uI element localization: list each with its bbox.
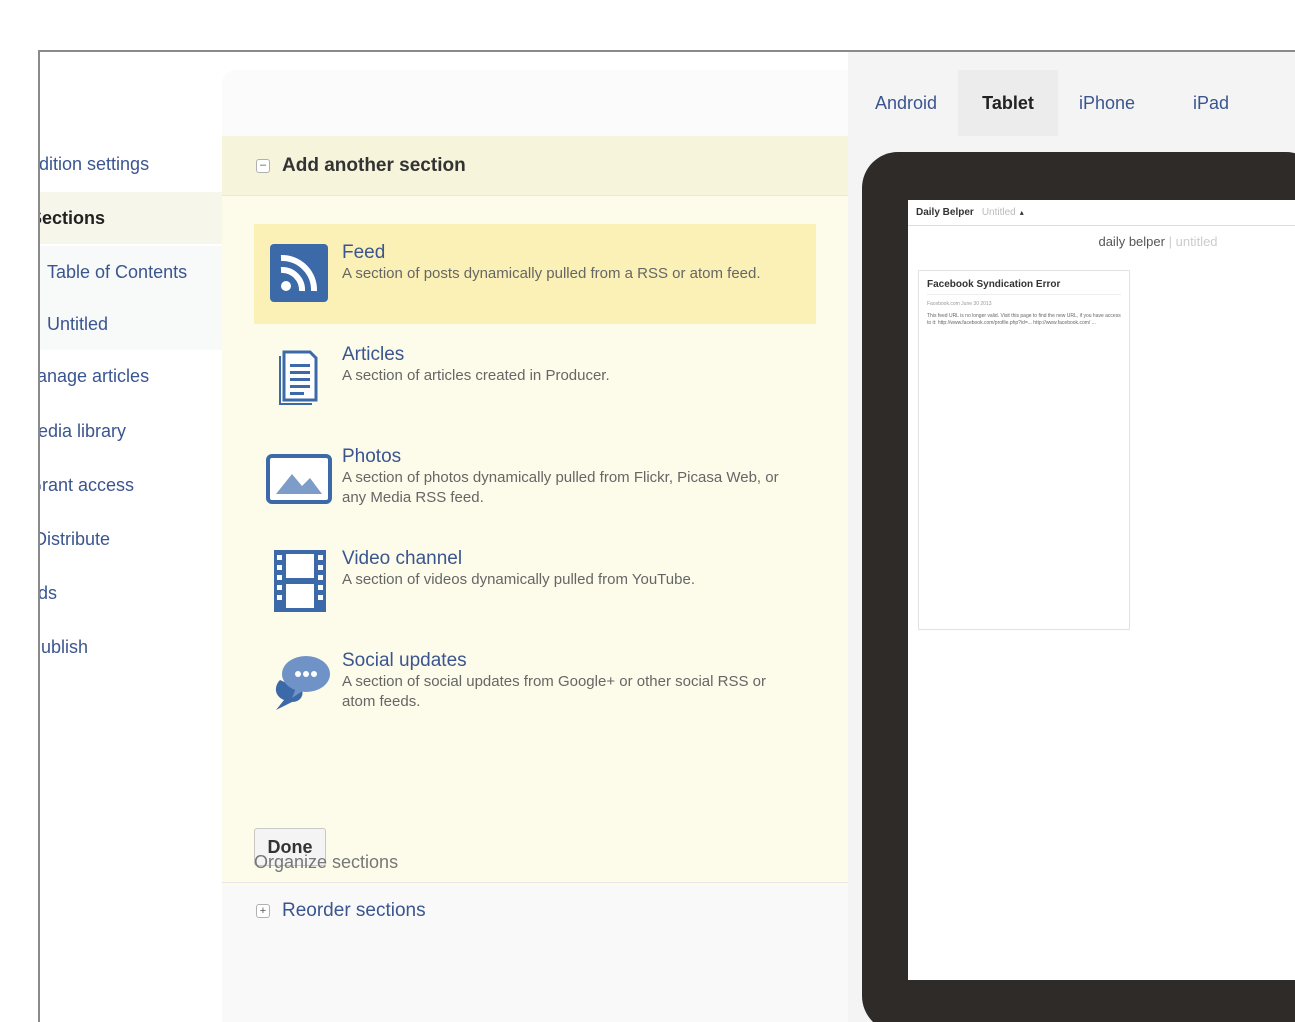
section-option-description: A section of posts dynamically pulled fr… [342,265,761,282]
left-nav: Edition settings Sections Table of Conte… [40,52,222,1022]
caret-up-icon[interactable]: ▴ [1020,208,1024,217]
section-option-title: Photos [342,446,402,467]
section-option-social-updates[interactable]: Social updates A section of social updat… [254,632,816,732]
publication-name: Daily Belper [916,207,974,218]
screen-title-sub: untitled [1175,234,1218,249]
card-meta: Facebook.com June 30 2013 [927,301,992,307]
screen-topbar: Daily Belper Untitled ▴ [908,200,1295,226]
nav-item-manage-articles[interactable]: Manage articles [40,350,222,402]
organize-sections-heading: Organize sections [254,852,399,872]
device-tabs: Android Tablet iPhone iPad [848,70,1295,136]
tablet-device-frame: Daily Belper Untitled ▴ daily belper | u… [862,152,1295,1022]
preview-panel: Android Tablet iPhone iPad Daily Belper … [848,52,1295,1022]
screen-title-main: daily belper [1098,234,1165,249]
section-option-title: Video channel [342,548,463,569]
section-option-title: Social updates [342,650,467,671]
expand-toggle-icon[interactable]: + [256,904,270,918]
section-option-video-channel[interactable]: Video channel A section of videos dynami… [254,530,816,630]
tab-tablet[interactable]: Tablet [958,70,1058,136]
section-option-description: A section of articles created in Produce… [342,367,610,384]
edition-name: Untitled [981,207,1016,218]
card-title: Facebook Syndication Error [927,279,1121,295]
section-option-title: Feed [342,242,386,263]
section-option-description: A section of social updates from Google+… [342,673,766,710]
photo-icon [266,444,332,510]
preview-article-card[interactable]: Facebook Syndication Error Facebook.com … [918,270,1130,630]
section-option-photos[interactable]: Photos A section of photos dynamically p… [254,428,816,528]
section-option-title: Articles [342,344,405,365]
nav-item-publish[interactable]: Publish [40,621,222,673]
collapse-toggle-icon[interactable]: – [256,158,270,173]
add-section-title: Add another section [282,154,466,176]
film-icon [266,546,332,612]
section-option-articles[interactable]: Articles A section of articles created i… [254,326,816,426]
screen-title: daily belper | untitled [908,234,1295,249]
section-option-description: A section of videos dynamically pulled f… [342,571,695,588]
screen-title-separator: | [1168,234,1172,249]
section-option-feed[interactable]: Feed A section of posts dynamically pull… [254,224,816,324]
nav-item-untitled[interactable]: Untitled [40,298,222,350]
nav-item-grant-access[interactable]: Grant access [40,459,222,511]
panel-header [222,70,848,136]
speech-bubbles-icon [266,648,332,714]
nav-item-edition-settings[interactable]: Edition settings [40,138,222,190]
section-option-description: A section of photos dynamically pulled f… [342,469,779,506]
rss-icon [266,240,332,306]
reorder-sections-label: Reorder sections [282,900,426,921]
sections-panel: – Add another section Feed A section of … [222,70,848,1022]
document-icon [266,342,332,408]
divider [222,882,848,883]
tab-iphone[interactable]: iPhone [1062,70,1152,136]
tablet-screen: Daily Belper Untitled ▴ daily belper | u… [908,200,1295,980]
nav-item-media-library[interactable]: Media library [40,405,222,457]
nav-item-sections[interactable]: Sections [40,192,222,244]
nav-item-ads[interactable]: Ads [40,567,222,619]
nav-item-distribute[interactable]: Distribute [40,513,222,565]
tab-ipad[interactable]: iPad [1168,70,1254,136]
add-section-panel: – Add another section Feed A section of … [222,136,848,886]
add-section-header[interactable]: – Add another section [222,136,848,196]
card-body: This feed URL is no longer valid. Visit … [927,313,1121,326]
nav-item-table-of-contents[interactable]: Table of Contents [40,246,222,298]
reorder-sections-toggle[interactable]: + Reorder sections [256,900,426,922]
tab-android[interactable]: Android [858,70,954,136]
